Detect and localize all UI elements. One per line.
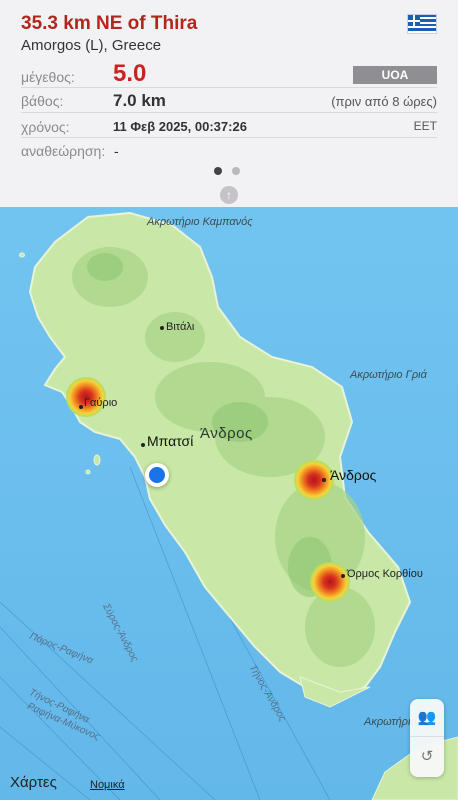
- place-label-ormos-korthiou: Όρμος Κορθίου: [347, 568, 423, 580]
- time-row: χρόνος: 11 Φεβ 2025, 00:37:26 EET: [21, 113, 437, 138]
- time-ago: (πριν από 8 ώρες): [331, 94, 437, 109]
- event-title: 35.3 km NE of Thira: [21, 13, 198, 34]
- cape-label-kampanos: Ακρωτήριο Καμπανός: [147, 216, 253, 228]
- source-badge[interactable]: UOA: [353, 66, 437, 84]
- revision-row: αναθεώρηση: -: [21, 138, 437, 163]
- cape-label-gria: Ακρωτήριο Γριά: [350, 369, 427, 381]
- history-icon[interactable]: ↺: [410, 738, 444, 776]
- andros-town-marker: [322, 478, 326, 482]
- timezone: EET: [413, 119, 437, 133]
- user-location-marker[interactable]: [145, 463, 169, 487]
- vitali-marker: [160, 326, 164, 330]
- place-label-andros-town: Άνδρος: [330, 467, 377, 483]
- event-region: Amorgos (L), Greece: [21, 37, 162, 54]
- earthquake-marker-korthi[interactable]: [310, 562, 350, 602]
- page-indicator[interactable]: [214, 167, 240, 175]
- gavrio-marker: [79, 405, 83, 409]
- maps-brand-label: Χάρτες: [10, 774, 57, 791]
- depth-row: βάθος: 7.0 km (πριν από 8 ώρες): [21, 88, 437, 113]
- magnitude-label: μέγεθος:: [21, 69, 75, 85]
- depth-value: 7.0 km: [113, 91, 166, 110]
- magnitude-row: μέγεθος: 5.0 UOA: [21, 60, 437, 88]
- mpatsi-marker: [141, 443, 145, 447]
- legal-link[interactable]: Νομικά: [90, 779, 125, 791]
- cape-label-south: Ακρωτήριο: [364, 716, 417, 728]
- place-label-mpatsi: Μπατσί: [147, 433, 194, 449]
- earthquake-marker-andros[interactable]: [294, 460, 334, 500]
- map-controls: 👥 ↺: [410, 699, 444, 777]
- page-dot[interactable]: [232, 167, 240, 175]
- map-view[interactable]: Ακρωτήριο Καμπανός Ακρωτήριο Γριά Ακρωτή…: [0, 207, 458, 800]
- earthquake-info-panel: 35.3 km NE of Thira Amorgos (L), Greece …: [0, 0, 458, 207]
- time-label: χρόνος:: [21, 119, 70, 135]
- place-label-vitali: Βιτάλι: [166, 321, 195, 333]
- collapse-arrow-icon[interactable]: ↑: [220, 186, 238, 204]
- revision-value: -: [114, 143, 119, 159]
- depth-label: βάθος:: [21, 93, 64, 109]
- page-dot-active[interactable]: [214, 167, 222, 175]
- revision-label: αναθεώρηση:: [21, 143, 106, 159]
- place-label-gavrio: Γαύριο: [84, 397, 118, 409]
- time-value: 11 Φεβ 2025, 00:37:26: [113, 119, 247, 134]
- people-icon[interactable]: 👥: [410, 699, 444, 737]
- maps-brand: Χάρτες: [10, 774, 57, 791]
- magnitude-value: 5.0: [113, 60, 147, 87]
- user-location-dot: [149, 467, 165, 483]
- island-label-andros: Άνδρος: [200, 425, 253, 442]
- korthi-marker: [341, 574, 345, 578]
- greece-flag-icon: [407, 14, 437, 34]
